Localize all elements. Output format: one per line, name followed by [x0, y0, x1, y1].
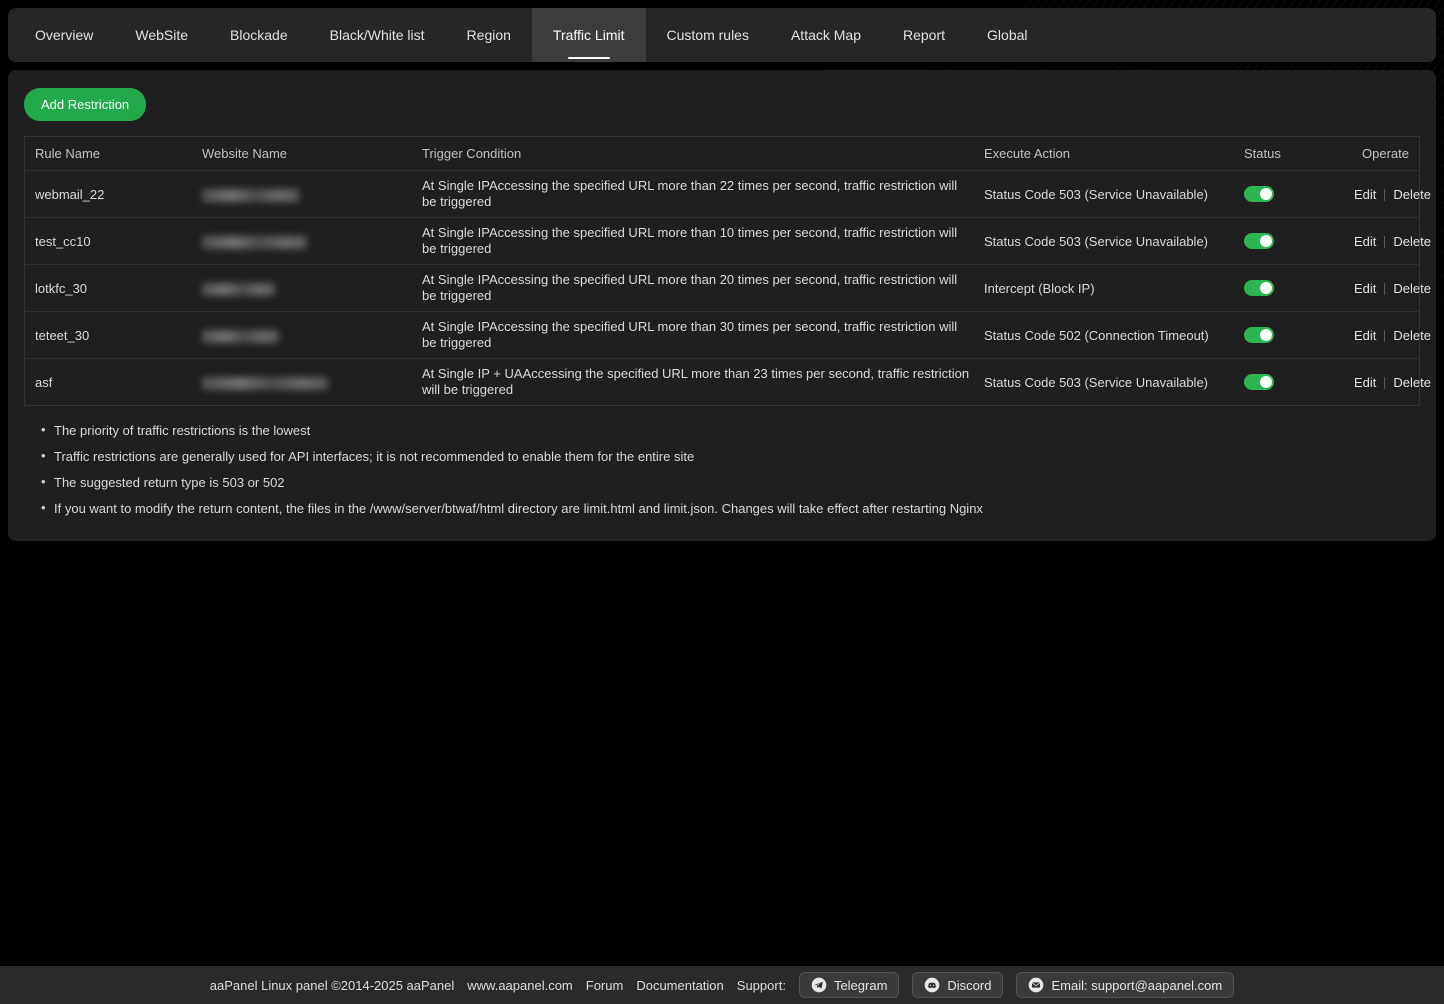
operate-divider — [1384, 283, 1385, 295]
execute-action: Status Code 503 (Service Unavailable) — [984, 234, 1244, 249]
trigger-condition: At Single IPAccessing the specified URL … — [422, 312, 984, 358]
header-trigger-condition: Trigger Condition — [422, 146, 984, 161]
edit-link[interactable]: Edit — [1354, 234, 1376, 249]
status-toggle[interactable] — [1244, 233, 1274, 249]
website-name-redacted — [202, 374, 422, 389]
edit-link[interactable]: Edit — [1354, 187, 1376, 202]
footer-forum-link[interactable]: Forum — [586, 978, 624, 993]
header-rule-name: Rule Name — [25, 146, 202, 161]
footer-website-link[interactable]: www.aapanel.com — [467, 978, 573, 993]
status-toggle[interactable] — [1244, 280, 1274, 296]
footer-copyright: aaPanel Linux panel ©2014-2025 aaPanel — [210, 978, 455, 993]
top-tab-bar: Overview WebSite Blockade Black/White li… — [8, 8, 1436, 62]
tab-attack-map[interactable]: Attack Map — [770, 8, 882, 62]
trigger-condition: At Single IP + UAAccessing the specified… — [422, 359, 984, 405]
discord-label: Discord — [947, 978, 991, 993]
delete-link[interactable]: Delete — [1393, 234, 1431, 249]
notes-list: The priority of traffic restrictions is … — [24, 423, 1420, 516]
header-website-name: Website Name — [202, 146, 422, 161]
edit-link[interactable]: Edit — [1354, 328, 1376, 343]
rule-name: lotkfc_30 — [25, 281, 202, 296]
redacted-text-block — [202, 377, 328, 390]
header-operate: Operate — [1354, 146, 1419, 161]
tab-blockade[interactable]: Blockade — [209, 8, 309, 62]
tab-report[interactable]: Report — [882, 8, 966, 62]
table-row: asf At Single IP + UAAccessing the speci… — [25, 358, 1419, 405]
email-label: Email: support@aapanel.com — [1051, 978, 1222, 993]
tab-global[interactable]: Global — [966, 8, 1048, 62]
note-item: The suggested return type is 503 or 502 — [54, 475, 1420, 490]
tab-region[interactable]: Region — [446, 8, 532, 62]
add-restriction-button[interactable]: Add Restriction — [24, 88, 146, 121]
table-row: lotkfc_30 At Single IPAccessing the spec… — [25, 264, 1419, 311]
note-item: The priority of traffic restrictions is … — [54, 423, 1420, 438]
website-name-redacted — [202, 233, 422, 248]
operate-divider — [1384, 236, 1385, 248]
rule-name: asf — [25, 375, 202, 390]
website-name-redacted — [202, 280, 422, 295]
edit-link[interactable]: Edit — [1354, 281, 1376, 296]
email-icon — [1028, 977, 1044, 993]
website-name-redacted — [202, 186, 422, 201]
redacted-text-block — [202, 236, 307, 249]
traffic-limit-panel: Add Restriction Rule Name Website Name T… — [8, 70, 1436, 541]
redacted-text-block — [202, 283, 275, 296]
status-toggle[interactable] — [1244, 327, 1274, 343]
restrictions-table: Rule Name Website Name Trigger Condition… — [24, 136, 1420, 406]
telegram-button[interactable]: Telegram — [799, 972, 899, 998]
note-item: Traffic restrictions are generally used … — [54, 449, 1420, 464]
delete-link[interactable]: Delete — [1393, 375, 1431, 390]
trigger-condition: At Single IPAccessing the specified URL … — [422, 265, 984, 311]
operate-divider — [1384, 330, 1385, 342]
table-row: test_cc10 At Single IPAccessing the spec… — [25, 217, 1419, 264]
header-execute-action: Execute Action — [984, 146, 1244, 161]
execute-action: Status Code 503 (Service Unavailable) — [984, 187, 1244, 202]
tab-overview[interactable]: Overview — [14, 8, 114, 62]
note-item: If you want to modify the return content… — [54, 501, 1420, 516]
status-toggle[interactable] — [1244, 186, 1274, 202]
telegram-icon — [811, 977, 827, 993]
execute-action: Status Code 503 (Service Unavailable) — [984, 375, 1244, 390]
header-status: Status — [1244, 146, 1354, 161]
rule-name: webmail_22 — [25, 187, 202, 202]
rule-name: teteet_30 — [25, 328, 202, 343]
delete-link[interactable]: Delete — [1393, 281, 1431, 296]
execute-action: Intercept (Block IP) — [984, 281, 1244, 296]
website-name-redacted — [202, 327, 422, 342]
execute-action: Status Code 502 (Connection Timeout) — [984, 328, 1244, 343]
email-button[interactable]: Email: support@aapanel.com — [1016, 972, 1234, 998]
discord-button[interactable]: Discord — [912, 972, 1003, 998]
redacted-text-block — [202, 189, 299, 202]
redacted-text-block — [202, 330, 279, 343]
trigger-condition: At Single IPAccessing the specified URL … — [422, 218, 984, 264]
discord-icon — [924, 977, 940, 993]
tab-traffic-limit[interactable]: Traffic Limit — [532, 8, 646, 62]
tab-website[interactable]: WebSite — [114, 8, 209, 62]
rule-name: test_cc10 — [25, 234, 202, 249]
edit-link[interactable]: Edit — [1354, 375, 1376, 390]
status-toggle[interactable] — [1244, 374, 1274, 390]
table-header-row: Rule Name Website Name Trigger Condition… — [25, 137, 1419, 170]
footer-docs-link[interactable]: Documentation — [636, 978, 723, 993]
footer-bar: aaPanel Linux panel ©2014-2025 aaPanel w… — [0, 966, 1444, 1004]
delete-link[interactable]: Delete — [1393, 328, 1431, 343]
operate-divider — [1384, 377, 1385, 389]
footer-support-label: Support: — [737, 978, 786, 993]
delete-link[interactable]: Delete — [1393, 187, 1431, 202]
table-row: webmail_22 At Single IPAccessing the spe… — [25, 170, 1419, 217]
telegram-label: Telegram — [834, 978, 887, 993]
table-row: teteet_30 At Single IPAccessing the spec… — [25, 311, 1419, 358]
tab-custom-rules[interactable]: Custom rules — [646, 8, 770, 62]
tab-black-white-list[interactable]: Black/White list — [309, 8, 446, 62]
trigger-condition: At Single IPAccessing the specified URL … — [422, 171, 984, 217]
operate-divider — [1384, 189, 1385, 201]
